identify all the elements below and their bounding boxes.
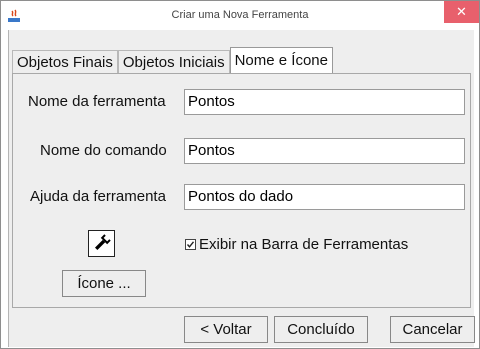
back-button[interactable]: < Voltar bbox=[184, 316, 268, 343]
close-icon: ✕ bbox=[456, 4, 467, 19]
title-bar[interactable]: Criar uma Nova Ferramenta ✕ bbox=[1, 1, 479, 31]
window-title: Criar uma Nova Ferramenta bbox=[171, 9, 309, 21]
tool-help-label: Ajuda da ferramenta bbox=[30, 188, 166, 205]
tool-icon-preview bbox=[88, 230, 115, 257]
show-in-toolbar-checkbox[interactable] bbox=[185, 238, 196, 250]
tool-name-label: Nome da ferramenta bbox=[28, 93, 166, 110]
tool-name-field[interactable]: Pontos bbox=[184, 89, 465, 115]
tab-objetos-iniciais[interactable]: Objetos Iniciais bbox=[117, 50, 230, 73]
cancel-button[interactable]: Cancelar bbox=[390, 316, 475, 343]
show-in-toolbar-label: Exibir na Barra de Ferramentas bbox=[199, 235, 409, 253]
close-button[interactable]: ✕ bbox=[444, 1, 479, 23]
command-name-label: Nome do comando bbox=[40, 142, 167, 159]
show-in-toolbar-option[interactable]: Exibir na Barra de Ferramentas bbox=[185, 235, 408, 253]
tab-objetos-finais[interactable]: Objetos Finais bbox=[12, 50, 118, 73]
tab-strip: Objetos Finais Objetos Iniciais Nome e Í… bbox=[12, 47, 333, 73]
tool-help-field[interactable]: Pontos do dado bbox=[184, 184, 465, 210]
tab-nome-e-icone[interactable]: Nome e Ícone bbox=[229, 47, 333, 73]
wrench-icon bbox=[89, 234, 114, 260]
finish-button[interactable]: Concluído bbox=[274, 316, 368, 343]
command-name-field[interactable]: Pontos bbox=[184, 138, 465, 164]
choose-icon-button[interactable]: Ícone ... bbox=[62, 270, 146, 297]
